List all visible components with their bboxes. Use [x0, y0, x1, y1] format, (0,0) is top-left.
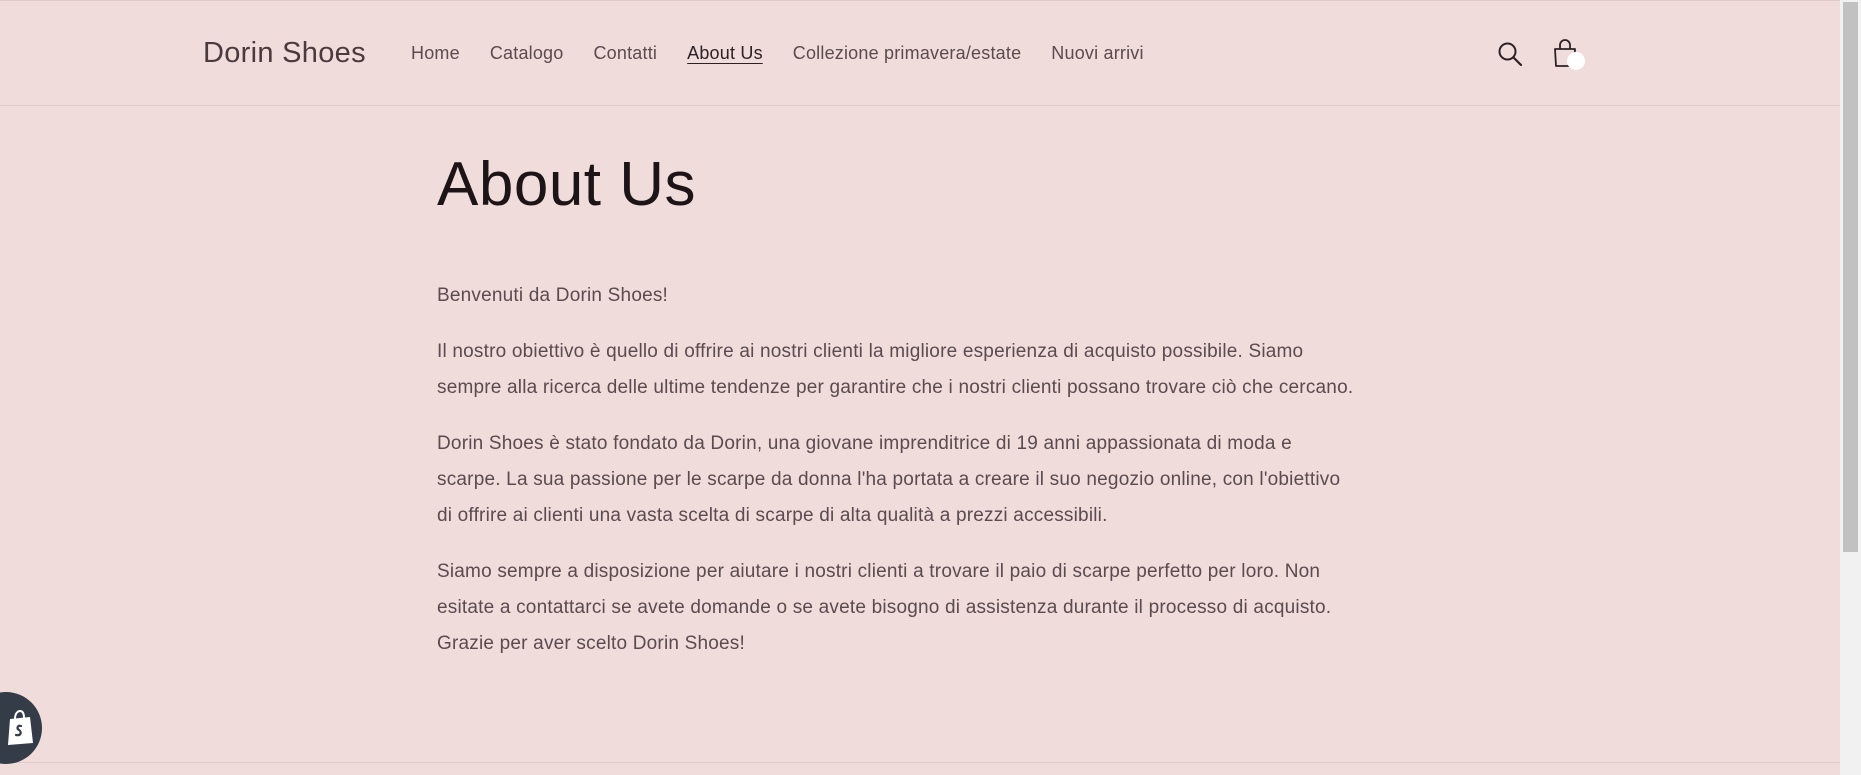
- paragraph-welcome: Benvenuti da Dorin Shoes!: [437, 285, 669, 306]
- nav-item-about-us[interactable]: About Us: [687, 43, 763, 64]
- nav-item-home[interactable]: Home: [411, 43, 460, 64]
- scrollbar-thumb[interactable]: [1843, 2, 1858, 552]
- nav-item-catalogo[interactable]: Catalogo: [490, 43, 564, 64]
- nav-item-contatti[interactable]: Contatti: [593, 43, 657, 64]
- page: Dorin Shoes Home Catalogo Contatti About…: [0, 0, 1861, 775]
- paragraph-contact: Siamo sempre a disposizione per aiutare …: [437, 561, 1332, 654]
- search-icon: [1498, 42, 1523, 67]
- footer-divider: [0, 762, 1840, 763]
- nav-item-collezione-primavera-estate[interactable]: Collezione primavera/estate: [793, 43, 1022, 64]
- nav-item-nuovi-arrivi[interactable]: Nuovi arrivi: [1051, 43, 1143, 64]
- search-button[interactable]: [1490, 34, 1530, 74]
- cart-count-bubble: [1567, 52, 1585, 70]
- paragraph-objective: Il nostro obiettivo è quello di offrire …: [437, 341, 1354, 398]
- about-text: Benvenuti da Dorin Shoes! Il nostro obie…: [437, 278, 1357, 682]
- page-title: About Us: [437, 150, 697, 219]
- main-nav: Home Catalogo Contatti About Us Collezio…: [411, 43, 1174, 64]
- shopify-bag-icon: [8, 709, 33, 745]
- vertical-scrollbar[interactable]: [1840, 0, 1861, 775]
- shopify-badge-button[interactable]: [0, 692, 42, 764]
- brand-logo-link[interactable]: Dorin Shoes: [203, 37, 366, 70]
- paragraph-founder: Dorin Shoes è stato fondato da Dorin, un…: [437, 433, 1341, 526]
- site-header: Dorin Shoes Home Catalogo Contatti About…: [0, 0, 1840, 106]
